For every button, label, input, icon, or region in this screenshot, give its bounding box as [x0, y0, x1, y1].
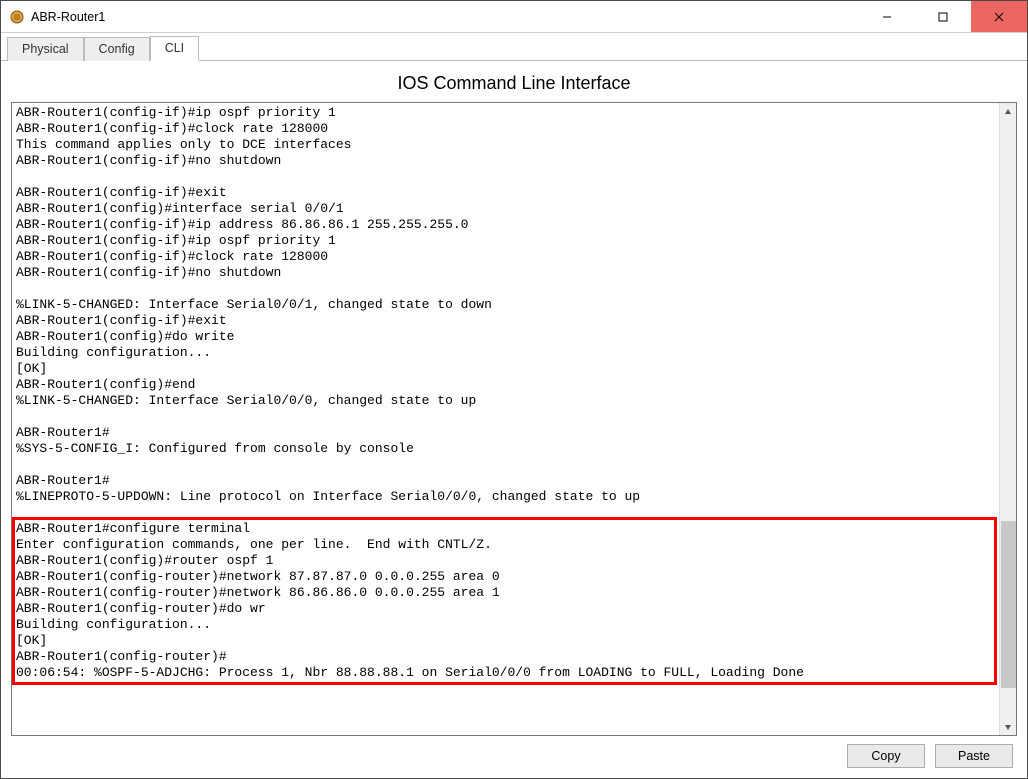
terminal-line: %SYS-5-CONFIG_I: Configured from console…: [16, 441, 995, 457]
terminal-line: ABR-Router1(config-if)#exit: [16, 185, 995, 201]
terminal-line: ABR-Router1(config)#do write: [16, 329, 995, 345]
terminal-line: ABR-Router1(config-if)#no shutdown: [16, 265, 995, 281]
terminal-line: ABR-Router1(config)#end: [16, 377, 995, 393]
terminal-line: Enter configuration commands, one per li…: [16, 537, 995, 553]
terminal-line: ABR-Router1(config)#router ospf 1: [16, 553, 995, 569]
cli-heading: IOS Command Line Interface: [11, 73, 1017, 94]
cli-button-row: Copy Paste: [11, 736, 1017, 768]
terminal-line: [16, 505, 995, 521]
terminal-line: ABR-Router1(config-if)#ip ospf priority …: [16, 105, 995, 121]
terminal-line: %LINEPROTO-5-UPDOWN: Line protocol on In…: [16, 489, 995, 505]
terminal-line: ABR-Router1(config-router)#do wr: [16, 601, 995, 617]
tab-cli[interactable]: CLI: [150, 36, 199, 61]
terminal-line: ABR-Router1(config-router)#network 87.87…: [16, 569, 995, 585]
terminal-line: ABR-Router1(config-router)#: [16, 649, 995, 665]
scroll-thumb[interactable]: [1001, 521, 1016, 688]
scroll-down-button[interactable]: [1000, 718, 1016, 735]
tab-bar: Physical Config CLI: [1, 33, 1027, 61]
terminal-line: ABR-Router1#: [16, 425, 995, 441]
terminal-line: This command applies only to DCE interfa…: [16, 137, 995, 153]
window-title: ABR-Router1: [31, 10, 105, 24]
terminal-line: 00:06:54: %OSPF-5-ADJCHG: Process 1, Nbr…: [16, 665, 995, 681]
tab-physical[interactable]: Physical: [7, 37, 84, 61]
scroll-up-button[interactable]: [1000, 103, 1016, 120]
terminal-line: Building configuration...: [16, 345, 995, 361]
terminal-line: [OK]: [16, 361, 995, 377]
terminal-line: ABR-Router1(config)#interface serial 0/0…: [16, 201, 995, 217]
terminal-line: ABR-Router1#configure terminal: [16, 521, 995, 537]
terminal-line: ABR-Router1(config-if)#clock rate 128000: [16, 249, 995, 265]
titlebar[interactable]: ABR-Router1: [1, 1, 1027, 33]
terminal-line: [16, 409, 995, 425]
terminal-line: %LINK-5-CHANGED: Interface Serial0/0/1, …: [16, 297, 995, 313]
router-icon: [9, 9, 25, 25]
app-window: ABR-Router1 Physical Config CLI IOS Comm…: [0, 0, 1028, 779]
maximize-button[interactable]: [915, 1, 971, 32]
terminal-line: ABR-Router1(config-if)#ip ospf priority …: [16, 233, 995, 249]
terminal-line: [16, 457, 995, 473]
terminal-output[interactable]: ABR-Router1(config-if)#ip ospf priority …: [12, 103, 999, 735]
terminal-line: ABR-Router1(config-router)#network 86.86…: [16, 585, 995, 601]
terminal-line: ABR-Router1(config-if)#no shutdown: [16, 153, 995, 169]
window-controls: [859, 1, 1027, 32]
terminal-line: %LINK-5-CHANGED: Interface Serial0/0/0, …: [16, 393, 995, 409]
terminal-line: [16, 169, 995, 185]
terminal-container: ABR-Router1(config-if)#ip ospf priority …: [11, 102, 1017, 736]
terminal-line: [16, 281, 995, 297]
close-button[interactable]: [971, 1, 1027, 32]
minimize-button[interactable]: [859, 1, 915, 32]
terminal-line: Building configuration...: [16, 617, 995, 633]
tab-config[interactable]: Config: [84, 37, 150, 61]
terminal-line: ABR-Router1(config-if)#clock rate 128000: [16, 121, 995, 137]
paste-button[interactable]: Paste: [935, 744, 1013, 768]
terminal-scrollbar[interactable]: [999, 103, 1016, 735]
cli-panel: IOS Command Line Interface ABR-Router1(c…: [1, 61, 1027, 778]
terminal-line: ABR-Router1#: [16, 473, 995, 489]
copy-button[interactable]: Copy: [847, 744, 925, 768]
terminal-line: [OK]: [16, 633, 995, 649]
terminal-line: ABR-Router1(config-if)#ip address 86.86.…: [16, 217, 995, 233]
terminal-line: ABR-Router1(config-if)#exit: [16, 313, 995, 329]
